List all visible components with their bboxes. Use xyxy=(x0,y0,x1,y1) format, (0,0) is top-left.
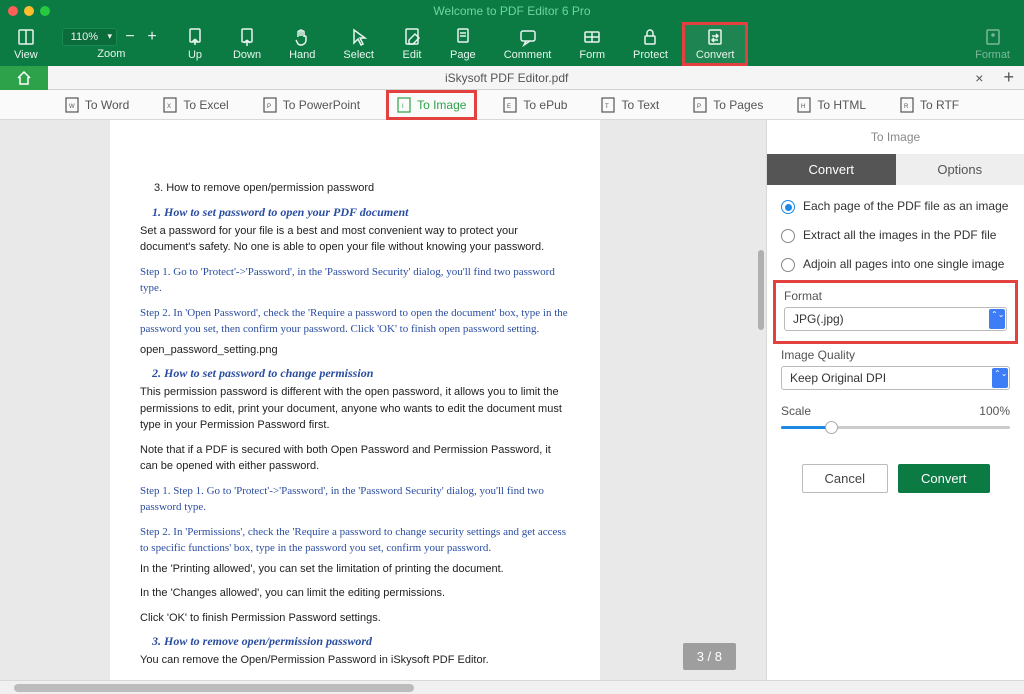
sidebar-tab-convert[interactable]: Convert xyxy=(767,154,896,185)
convert-to-pages[interactable]: PTo Pages xyxy=(685,93,771,117)
convert-to-text[interactable]: TTo Text xyxy=(593,93,667,117)
convert-to-word[interactable]: WTo Word xyxy=(57,93,137,117)
convert-to-rtf[interactable]: RTo RTF xyxy=(892,93,967,117)
view-icon xyxy=(16,27,36,47)
convert-icon xyxy=(705,27,725,47)
toolbar-zoom-group: 110% − + Zoom xyxy=(52,28,171,60)
excel-icon: X xyxy=(163,97,177,113)
svg-text:I: I xyxy=(402,104,404,110)
home-button[interactable] xyxy=(0,66,48,90)
html-icon: H xyxy=(797,97,811,113)
scale-slider[interactable] xyxy=(781,418,1010,436)
slider-thumb-icon[interactable] xyxy=(825,421,838,434)
sidebar-tab-options[interactable]: Options xyxy=(896,154,1024,185)
image-icon: I xyxy=(397,97,411,113)
horizontal-scrollbar[interactable] xyxy=(0,680,1024,694)
main-toolbar: View 110% − + Zoom Up Down Hand Select E… xyxy=(0,22,1024,66)
svg-text:H: H xyxy=(801,104,805,110)
toolbar-down[interactable]: Down xyxy=(219,22,275,66)
scale-section: Scale 100% xyxy=(781,404,1010,436)
radio-icon xyxy=(781,258,795,272)
radio-icon xyxy=(781,200,795,214)
toolbar-select[interactable]: Select xyxy=(329,22,388,66)
comment-icon xyxy=(518,27,538,47)
pdf-page: 3. How to remove open/permission passwor… xyxy=(110,120,600,680)
convert-to-excel[interactable]: XTo Excel xyxy=(155,93,236,117)
epub-icon: E xyxy=(503,97,517,113)
svg-text:T: T xyxy=(605,104,609,110)
toolbar-edit[interactable]: Edit xyxy=(388,22,436,66)
svg-text:E: E xyxy=(507,104,511,110)
word-icon: W xyxy=(65,97,79,113)
document-canvas[interactable]: 3. How to remove open/permission passwor… xyxy=(0,120,766,680)
convert-to-html[interactable]: HTo HTML xyxy=(789,93,874,117)
tab-close-button[interactable]: × xyxy=(965,70,993,86)
document-tabbar: iSkysoft PDF Editor.pdf × + xyxy=(0,66,1024,90)
zoom-in-button[interactable]: + xyxy=(143,28,161,46)
text-icon: T xyxy=(601,97,615,113)
scale-value: 100% xyxy=(979,404,1010,418)
edit-icon xyxy=(402,27,422,47)
zoom-out-button[interactable]: − xyxy=(121,28,139,46)
page-indicator: 3 / 8 xyxy=(683,643,736,670)
select-icon xyxy=(349,27,369,47)
format-label: Format xyxy=(784,289,1007,303)
svg-text:R: R xyxy=(904,104,909,110)
format-select[interactable]: JPG(.jpg) xyxy=(784,307,1007,331)
radio-icon xyxy=(781,229,795,243)
convert-button[interactable]: Convert xyxy=(898,464,990,493)
convert-to-powerpoint[interactable]: PTo PowerPoint xyxy=(255,93,368,117)
titlebar: Welcome to PDF Editor 6 Pro xyxy=(0,0,1024,22)
convert-to-image[interactable]: ITo Image xyxy=(386,90,477,120)
toolbar-view[interactable]: View xyxy=(0,22,52,66)
page-icon xyxy=(453,27,473,47)
radio-each-page[interactable]: Each page of the PDF file as an image xyxy=(781,199,1010,214)
lock-icon xyxy=(640,27,660,47)
convert-format-bar: WTo Word XTo Excel PTo PowerPoint ITo Im… xyxy=(0,90,1024,120)
toolbar-comment[interactable]: Comment xyxy=(490,22,566,66)
radio-extract-images[interactable]: Extract all the images in the PDF file xyxy=(781,228,1010,243)
toolbar-form[interactable]: Form xyxy=(565,22,619,66)
scale-label: Scale xyxy=(781,404,811,418)
powerpoint-icon: P xyxy=(263,97,277,113)
convert-to-epub[interactable]: ETo ePub xyxy=(495,93,575,117)
cancel-button[interactable]: Cancel xyxy=(802,464,888,493)
toolbar-convert[interactable]: Convert xyxy=(682,22,749,66)
horizontal-scrollbar-thumb[interactable] xyxy=(14,684,414,692)
radio-adjoin-pages[interactable]: Adjoin all pages into one single image xyxy=(781,257,1010,272)
toolbar-page[interactable]: Page xyxy=(436,22,490,66)
home-icon xyxy=(16,70,32,86)
down-icon xyxy=(237,27,257,47)
tab-add-button[interactable]: + xyxy=(993,67,1024,88)
up-icon xyxy=(185,27,205,47)
sidebar-title: To Image xyxy=(767,120,1024,154)
toolbar-hand[interactable]: Hand xyxy=(275,22,329,66)
quality-section: Image Quality Keep Original DPI xyxy=(781,348,1010,390)
format-icon xyxy=(983,27,1003,47)
svg-text:X: X xyxy=(167,104,171,110)
workspace: 3. How to remove open/permission passwor… xyxy=(0,120,1024,680)
toolbar-format: Format xyxy=(961,22,1024,66)
quality-label: Image Quality xyxy=(781,348,1010,362)
sidebar-tabs: Convert Options xyxy=(767,154,1024,185)
hand-icon xyxy=(292,27,312,47)
vertical-scrollbar-thumb[interactable] xyxy=(758,250,764,330)
quality-select[interactable]: Keep Original DPI xyxy=(781,366,1010,390)
pages-icon: P xyxy=(693,97,707,113)
rtf-icon: R xyxy=(900,97,914,113)
app-title: Welcome to PDF Editor 6 Pro xyxy=(0,4,1024,18)
form-icon xyxy=(582,27,602,47)
svg-text:P: P xyxy=(267,104,271,110)
svg-text:W: W xyxy=(69,104,75,110)
svg-text:P: P xyxy=(697,104,701,110)
toolbar-up[interactable]: Up xyxy=(171,22,219,66)
toolbar-protect[interactable]: Protect xyxy=(619,22,682,66)
convert-sidebar: To Image Convert Options Each page of th… xyxy=(766,120,1024,680)
zoom-select[interactable]: 110% xyxy=(62,28,117,46)
document-tab-title[interactable]: iSkysoft PDF Editor.pdf xyxy=(48,71,965,85)
format-section: Format JPG(.jpg) xyxy=(773,280,1018,344)
